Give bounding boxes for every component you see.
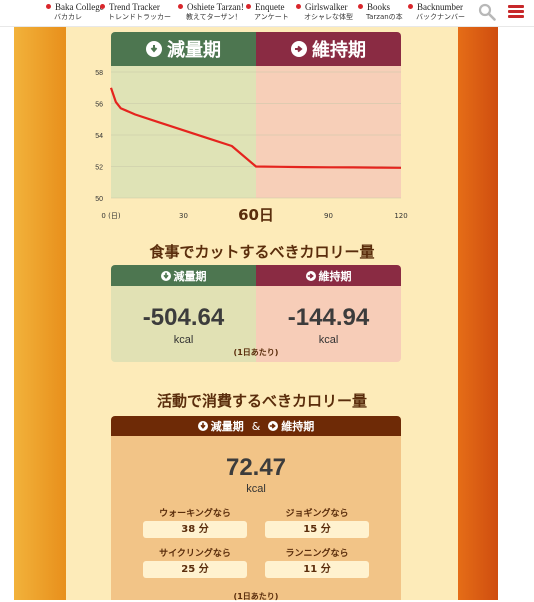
x-tick-label: 90	[324, 212, 333, 220]
cycling-label: サイクリングなら	[159, 549, 231, 559]
nav-item-baka-college[interactable]: Baka College バカカレ	[46, 2, 104, 22]
walking-label: ウォーキングなら	[159, 509, 231, 519]
phase-keep-tab: 維持期	[256, 32, 401, 66]
walking-minutes: 38 分	[143, 521, 247, 538]
chart-lose-region	[111, 66, 256, 198]
arrow-right-circle-icon	[305, 270, 316, 281]
y-tick-label: 50	[95, 196, 103, 203]
calorie-cut-card: 減量期 維持期 -504.64 kcal -144.94 kcal (1日あたり…	[111, 265, 401, 362]
cut-section-title: 食事でカットするべきカロリー量	[149, 243, 375, 261]
activity-section-title: 活動で消費するべきカロリー量	[156, 392, 367, 410]
phase-lose-label: 減量期	[167, 40, 221, 61]
nav-item-sublabel: バックナンバー	[416, 13, 465, 21]
activity-lose-label: 減量期	[210, 420, 244, 433]
nav-item-sublabel: オシャレな体型	[304, 13, 353, 21]
nav-item-books[interactable]: Books Tarzanの本	[358, 2, 403, 22]
nav-item-sublabel: アンケート	[254, 13, 289, 21]
nav-item-sublabel: バカカレ	[54, 13, 82, 21]
nav-item-enquete[interactable]: Enquete アンケート	[246, 2, 289, 22]
arrow-right-circle-icon	[291, 41, 307, 57]
nav-item-label: Oshiete Tarzan!	[178, 2, 244, 12]
left-decorative-bar	[14, 27, 66, 600]
nav-item-label: Baka College	[46, 2, 104, 12]
nav-item-sublabel: トレンドトラッカー	[108, 13, 171, 21]
y-tick-label: 52	[95, 165, 103, 172]
x-tick-label: 120	[394, 212, 407, 220]
nav-item-sublabel: Tarzanの本	[366, 13, 403, 21]
arrow-down-circle-icon	[197, 421, 208, 431]
chart-keep-region	[256, 66, 401, 198]
right-decorative-bar	[458, 27, 498, 600]
nav-item-backnumber[interactable]: Backnumber バックナンバー	[408, 2, 465, 22]
cut-keep-label: 維持期	[318, 269, 352, 283]
nav-item-label: Girlswalker	[296, 2, 353, 12]
cut-lose-unit: kcal	[173, 334, 194, 346]
arrow-down-circle-icon	[160, 270, 171, 281]
cut-keep-value: -144.94	[287, 304, 370, 331]
phase-keep-label: 維持期	[312, 40, 366, 61]
x-tick-label: 0 (日)	[101, 212, 120, 220]
weight-chart: 58 56 54 52 50 0 (日) 30 60日 90 120	[95, 66, 408, 224]
top-navigation: Baka College バカカレ Trend Tracker トレンドトラッカ…	[0, 0, 534, 27]
y-tick-label: 56	[95, 102, 103, 109]
arrow-down-circle-icon	[146, 41, 162, 57]
cut-per-day-note: (1日あたり)	[233, 348, 279, 357]
arrow-right-circle-icon	[268, 421, 279, 431]
running-label: ランニングなら	[285, 549, 349, 559]
activity-per-day-note: (1日あたり)	[233, 592, 279, 601]
nav-item-girlswalker[interactable]: Girlswalker オシャレな体型	[296, 2, 353, 22]
x-tick-label: 60日	[238, 206, 274, 224]
cut-lose-label: 減量期	[173, 269, 207, 283]
search-icon[interactable]	[478, 3, 496, 21]
nav-item-trend-tracker[interactable]: Trend Tracker トレンドトラッカー	[100, 2, 171, 22]
nav-item-label: Trend Tracker	[100, 2, 171, 12]
y-tick-label: 54	[95, 133, 103, 140]
nav-item-label: Enquete	[246, 2, 289, 12]
jogging-minutes: 15 分	[265, 521, 369, 538]
activity-amp: &	[251, 419, 261, 433]
phase-lose-tab: 減量期	[111, 32, 256, 66]
activity-keep-label: 維持期	[281, 420, 315, 433]
cut-keep-unit: kcal	[318, 334, 339, 346]
x-tick-label: 30	[179, 212, 188, 220]
activity-header: 減量期 & 維持期	[111, 416, 401, 436]
cut-keep-header: 維持期	[256, 265, 401, 286]
hamburger-menu-icon[interactable]	[508, 5, 524, 19]
nav-item-label: Books	[358, 2, 403, 12]
activity-unit: kcal	[246, 483, 266, 495]
phase-header: 減量期 維持期	[111, 32, 401, 66]
nav-item-sublabel: 教えてターザン！	[186, 13, 242, 21]
running-minutes: 11 分	[265, 561, 369, 578]
jogging-label: ジョギングなら	[285, 509, 349, 519]
cycling-minutes: 25 分	[143, 561, 247, 578]
cut-lose-header: 減量期	[111, 265, 256, 286]
y-tick-label: 58	[95, 70, 103, 77]
nav-item-label: Backnumber	[408, 2, 465, 12]
activity-card: 72.47 kcal ウォーキングなら 38 分 ジョギングなら 15 分 サイ…	[111, 436, 401, 601]
nav-item-oshiete-tarzan[interactable]: Oshiete Tarzan! 教えてターザン！	[178, 2, 244, 22]
activity-value: 72.47	[225, 454, 287, 481]
cut-lose-value: -504.64	[142, 304, 225, 331]
